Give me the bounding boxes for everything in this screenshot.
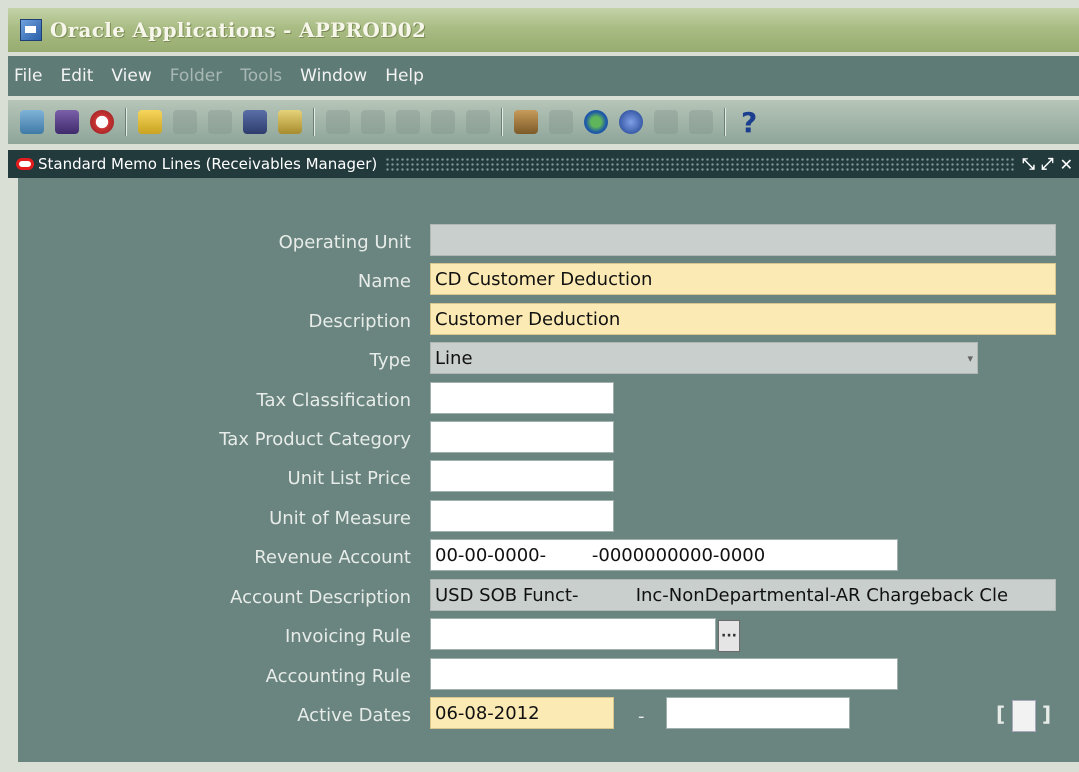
- switch-responsibility-icon[interactable]: [208, 110, 232, 134]
- menu-tools[interactable]: Tools: [240, 66, 282, 86]
- date-range-separator: -: [638, 706, 645, 727]
- menu-view[interactable]: View: [111, 66, 151, 86]
- tax-product-category-field[interactable]: [430, 421, 614, 453]
- accounting-rule-field[interactable]: [430, 658, 898, 690]
- list-of-values-button[interactable]: ···: [718, 620, 740, 652]
- menu-folder[interactable]: Folder: [170, 66, 223, 86]
- unit-of-measure-label: Unit of Measure: [269, 508, 411, 529]
- descriptive-flexfield[interactable]: [1012, 700, 1036, 732]
- menu-bar: File Edit View Folder Tools Window Help: [8, 56, 1079, 96]
- account-description-label: Account Description: [230, 587, 411, 608]
- maximize-icon[interactable]: ⤢: [1041, 154, 1054, 174]
- navigator-clock-icon[interactable]: [90, 110, 114, 134]
- toolbar-separator: [313, 108, 315, 136]
- new-line-icon[interactable]: [431, 110, 455, 134]
- translations-globe-icon[interactable]: [584, 110, 608, 134]
- save-icon[interactable]: [138, 110, 162, 134]
- active-dates-label: Active Dates: [297, 705, 411, 726]
- folder-tools-icon[interactable]: [654, 110, 678, 134]
- name-field[interactable]: CD Customer Deduction: [430, 263, 1056, 295]
- find-flashlight-icon[interactable]: [55, 110, 79, 134]
- oracle-logo-icon: [16, 158, 34, 170]
- description-field[interactable]: Customer Deduction: [430, 303, 1056, 335]
- invoicing-rule-field[interactable]: [430, 618, 716, 650]
- menu-help[interactable]: Help: [385, 66, 424, 86]
- new-record-icon[interactable]: [20, 110, 44, 134]
- flexfield-bracket-close: ]: [1042, 702, 1052, 726]
- type-select[interactable]: Line ▾: [430, 342, 978, 374]
- operating-unit-field[interactable]: [430, 224, 1056, 256]
- close-icon[interactable]: ✕: [1060, 155, 1073, 174]
- menu-edit[interactable]: Edit: [60, 66, 93, 86]
- close-form-icon[interactable]: [278, 110, 302, 134]
- revenue-account-label: Revenue Account: [254, 547, 411, 568]
- operating-unit-label: Operating Unit: [278, 232, 411, 253]
- revenue-account-field[interactable]: 00-00-0000- -0000000000-0000: [430, 539, 898, 571]
- attachments-icon[interactable]: [619, 110, 643, 134]
- menu-window[interactable]: Window: [300, 66, 367, 86]
- type-label: Type: [369, 350, 411, 371]
- help-icon[interactable]: ?: [741, 106, 757, 139]
- form-window-title: Standard Memo Lines (Receivables Manager…: [38, 155, 378, 173]
- paste-icon[interactable]: [396, 110, 420, 134]
- description-label: Description: [308, 311, 411, 332]
- copy-icon[interactable]: [361, 110, 385, 134]
- zoom-icon[interactable]: [549, 110, 573, 134]
- java-app-icon: [20, 19, 42, 41]
- accounting-rule-label: Accounting Rule: [265, 666, 411, 687]
- edit-field-pen-icon[interactable]: [514, 110, 538, 134]
- unit-of-measure-field[interactable]: [430, 500, 614, 532]
- tax-classification-label: Tax Classification: [256, 390, 411, 411]
- delete-record-icon[interactable]: [466, 110, 490, 134]
- flexfield-bracket-open: [: [996, 702, 1006, 726]
- unit-list-price-label: Unit List Price: [287, 468, 411, 489]
- toolbar-separator: [501, 108, 503, 136]
- oracle-forms-frame: Oracle Applications - APPROD02 File Edit…: [0, 0, 1079, 772]
- tax-classification-field[interactable]: [430, 382, 614, 414]
- name-label: Name: [357, 271, 411, 292]
- active-date-to-field[interactable]: [666, 697, 850, 729]
- menu-file[interactable]: File: [14, 66, 42, 86]
- next-step-icon[interactable]: [173, 110, 197, 134]
- cut-icon[interactable]: [326, 110, 350, 134]
- toolbar-separator: [724, 108, 726, 136]
- unit-list-price-field[interactable]: [430, 460, 614, 492]
- title-bar-texture: [385, 157, 1014, 171]
- account-description-field[interactable]: USD SOB Funct- Inc-NonDepartmental-AR Ch…: [430, 579, 1056, 611]
- minimize-icon[interactable]: ⤡: [1022, 154, 1035, 174]
- toolbar-separator: [125, 108, 127, 136]
- form-window-title-bar: Standard Memo Lines (Receivables Manager…: [8, 150, 1079, 178]
- window-help-icon[interactable]: [689, 110, 713, 134]
- print-icon[interactable]: [243, 110, 267, 134]
- chevron-down-icon: ▾: [967, 351, 973, 365]
- memo-lines-form: Operating Unit Name CD Customer Deductio…: [18, 178, 1079, 762]
- app-title: Oracle Applications - APPROD02: [50, 18, 427, 42]
- app-title-bar: Oracle Applications - APPROD02: [8, 8, 1079, 52]
- toolbar: ?: [8, 100, 1079, 144]
- type-value: Line: [435, 347, 473, 369]
- active-date-from-field[interactable]: 06-08-2012: [430, 697, 614, 729]
- invoicing-rule-label: Invoicing Rule: [284, 626, 411, 647]
- tax-product-category-label: Tax Product Category: [219, 429, 411, 450]
